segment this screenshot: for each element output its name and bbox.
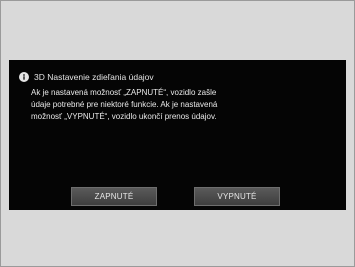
dialog-title: 3D Nastavenie zdieľania údajov xyxy=(34,72,154,82)
dialog-buttons: ZAPNUTÉ VYPNUTÉ xyxy=(9,187,346,206)
on-button[interactable]: ZAPNUTÉ xyxy=(71,187,157,206)
dialog-message: Ak je nastavená možnosť „ZAPNUTÉ“, vozid… xyxy=(31,87,331,123)
message-line: údaje potrebné pre niektoré funkcie. Ak … xyxy=(31,100,218,109)
message-line: možnosť „VYPNUTÉ“, vozidlo ukončí prenos… xyxy=(31,112,217,121)
dialog-screen: 3D Nastavenie zdieľania údajov Ak je nas… xyxy=(9,60,346,210)
outer-frame: 3D Nastavenie zdieľania údajov Ak je nas… xyxy=(0,0,355,267)
off-button[interactable]: VYPNUTÉ xyxy=(194,187,280,206)
message-line: Ak je nastavená možnosť „ZAPNUTÉ“, vozid… xyxy=(31,88,217,97)
dialog-header: 3D Nastavenie zdieľania údajov xyxy=(19,70,154,84)
info-icon xyxy=(19,72,29,82)
